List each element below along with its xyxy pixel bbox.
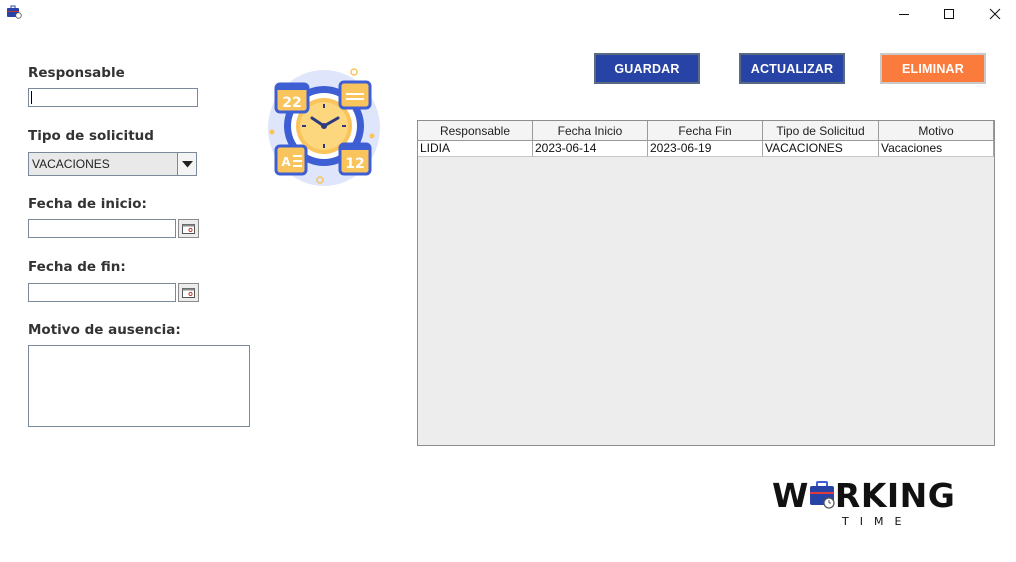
motivo-textarea[interactable] xyxy=(28,345,250,427)
illustration-number-22: 22 xyxy=(282,95,301,111)
column-header-tipo-solicitud[interactable]: Tipo de Solicitud xyxy=(763,121,879,141)
minimize-button[interactable] xyxy=(881,0,927,28)
working-time-logo: W RKING TIME xyxy=(772,476,972,532)
solicitudes-table[interactable]: Responsable Fecha Inicio Fecha Fin Tipo … xyxy=(417,120,995,446)
fecha-fin-calendar-button[interactable] xyxy=(178,283,199,302)
table-row[interactable]: LIDIA 2023-06-14 2023-06-19 VACACIONES V… xyxy=(418,141,994,157)
logo-subtitle: TIME xyxy=(842,515,913,528)
table-cell[interactable]: LIDIA xyxy=(418,141,533,157)
calendar-clock-illustration: 22 A 12 xyxy=(262,62,386,190)
minimize-icon xyxy=(899,14,909,15)
eliminar-button[interactable]: ELIMINAR xyxy=(880,53,986,84)
calendar-icon xyxy=(182,223,195,234)
column-header-fecha-inicio[interactable]: Fecha Inicio xyxy=(533,121,648,141)
fecha-inicio-label: Fecha de inicio: xyxy=(28,196,147,212)
close-button[interactable] xyxy=(972,0,1016,28)
column-header-responsable[interactable]: Responsable xyxy=(418,121,533,141)
close-icon xyxy=(989,8,1001,20)
fecha-fin-input[interactable] xyxy=(28,283,176,302)
logo-letters-rking: RKING xyxy=(834,476,956,515)
text-caret xyxy=(31,91,32,104)
column-header-fecha-fin[interactable]: Fecha Fin xyxy=(648,121,763,141)
logo-wordmark: W RKING xyxy=(772,476,955,515)
actualizar-button[interactable]: ACTUALIZAR xyxy=(739,53,845,84)
logo-letter-w: W xyxy=(772,476,809,515)
maximize-button[interactable] xyxy=(926,0,972,28)
table-cell[interactable]: 2023-06-14 xyxy=(533,141,648,157)
table-cell[interactable]: Vacaciones xyxy=(879,141,994,157)
guardar-button[interactable]: GUARDAR xyxy=(594,53,700,84)
column-header-motivo[interactable]: Motivo xyxy=(879,121,994,141)
dropdown-button[interactable] xyxy=(177,153,196,175)
calendar-icon xyxy=(182,287,195,298)
motivo-label: Motivo de ausencia: xyxy=(28,322,181,338)
table-cell[interactable]: 2023-06-19 xyxy=(648,141,763,157)
fecha-inicio-input[interactable] xyxy=(28,219,176,238)
calendar-clock-icon: 22 A 12 xyxy=(268,68,380,186)
tipo-solicitud-select[interactable]: VACACIONES xyxy=(28,152,197,176)
responsable-input[interactable] xyxy=(28,88,198,107)
svg-text:A: A xyxy=(281,155,291,169)
app-icon xyxy=(6,5,22,19)
table-cell[interactable]: VACACIONES xyxy=(763,141,879,157)
fecha-fin-label: Fecha de fin: xyxy=(28,259,126,275)
fecha-inicio-calendar-button[interactable] xyxy=(178,219,199,238)
tipo-solicitud-value: VACACIONES xyxy=(32,157,110,171)
table-header: Responsable Fecha Inicio Fecha Fin Tipo … xyxy=(418,121,994,141)
responsable-label: Responsable xyxy=(28,65,125,81)
maximize-icon xyxy=(944,9,954,19)
chevron-down-icon xyxy=(181,160,193,167)
tipo-solicitud-label: Tipo de solicitud xyxy=(28,128,154,144)
briefcase-icon xyxy=(809,478,835,509)
illustration-number-12: 12 xyxy=(345,156,364,172)
